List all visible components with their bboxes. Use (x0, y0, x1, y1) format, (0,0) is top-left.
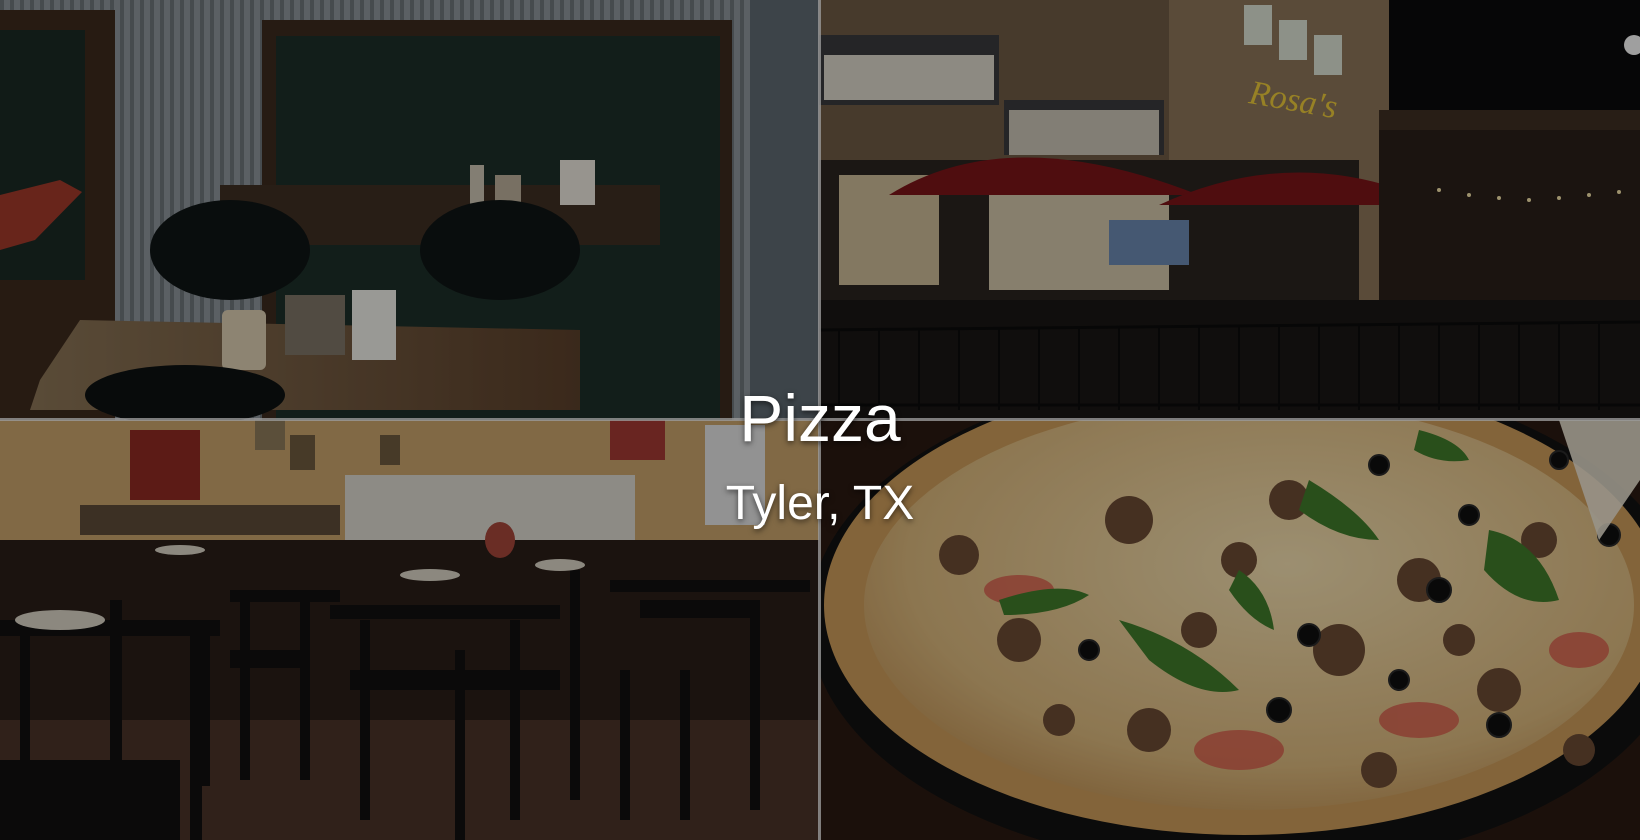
booth-interior-photo (0, 0, 819, 420)
dining-room-photo (0, 420, 819, 840)
restaurant-exterior-night-photo: Rosa's (819, 0, 1640, 420)
collage-divider-horizontal (0, 418, 1640, 421)
supreme-pizza-photo (819, 420, 1640, 840)
